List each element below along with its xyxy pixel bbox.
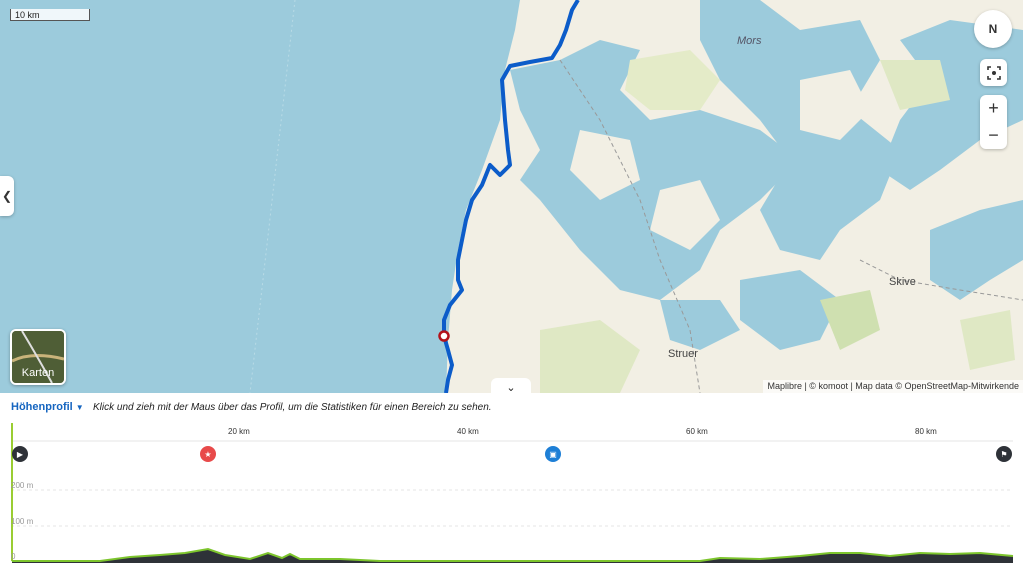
fit-route-button[interactable] [980, 59, 1007, 86]
place-label-mors: Mors [737, 35, 762, 47]
highlight-icon[interactable]: ★ [200, 446, 216, 462]
chevron-left-icon: ❮ [1, 189, 13, 203]
place-label-struer: Struer [668, 348, 698, 360]
zoom-in-button[interactable]: + [980, 95, 1007, 122]
fit-bounds-icon [986, 65, 1001, 80]
start-icon[interactable]: ▶ [12, 446, 28, 462]
bus-icon[interactable]: ▣ [545, 446, 561, 462]
x-tick-label: 40 km [457, 427, 479, 436]
elevation-profile-panel: Höhenprofil ▼ Klick und zieh mit der Mau… [0, 393, 1023, 567]
x-tick-label: 60 km [686, 427, 708, 436]
finish-icon[interactable]: ⚑ [996, 446, 1012, 462]
map-view[interactable]: 10 km Mors Skive Struer N + − ❮ Karten ⌄… [0, 0, 1023, 393]
elevation-chart[interactable] [0, 393, 1023, 567]
collapse-profile-button[interactable]: ⌄ [491, 378, 531, 393]
x-tick-label: 20 km [228, 427, 250, 436]
y-tick-label: 0 [11, 552, 16, 561]
compass-button[interactable]: N [974, 10, 1012, 48]
map-layer-button[interactable]: Karten [10, 329, 66, 385]
place-label-skive: Skive [889, 276, 916, 288]
chevron-down-icon: ⌄ [506, 381, 516, 394]
zoom-out-button[interactable]: − [980, 122, 1007, 149]
map-layer-label: Karten [21, 367, 55, 379]
map-canvas [249, 0, 1023, 393]
sidebar-toggle-button[interactable]: ❮ [0, 176, 14, 216]
zoom-controls: + − [980, 95, 1007, 149]
y-tick-label: 200 m [11, 481, 34, 490]
map-attribution: Maplibre | © komoot | Map data © OpenStr… [763, 380, 1023, 393]
scale-bar: 10 km [10, 9, 90, 21]
compass-north-label: N [988, 22, 998, 36]
x-tick-label: 80 km [915, 427, 937, 436]
y-tick-label: 100 m [11, 517, 34, 526]
